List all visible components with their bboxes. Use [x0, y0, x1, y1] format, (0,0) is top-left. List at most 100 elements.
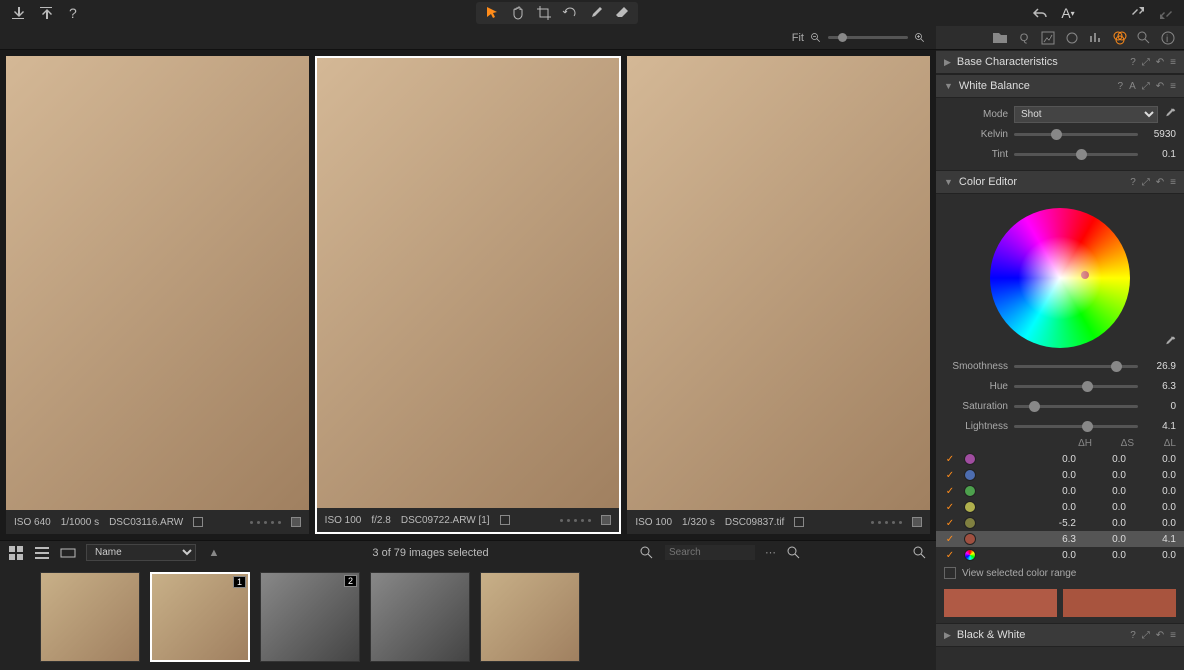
list-view-icon[interactable] [34, 545, 50, 561]
color-tag[interactable] [291, 517, 301, 527]
tint-slider[interactable] [1014, 153, 1138, 156]
zoom-in-icon[interactable] [914, 32, 926, 44]
bw-section-header[interactable]: ▶ Black & White ? ⤢ ↶ ≡ [936, 623, 1184, 647]
brush-tool-icon[interactable] [588, 5, 604, 21]
color-row[interactable]: ✓ 0.00.00.0 [936, 547, 1184, 563]
crop-tool-icon[interactable] [536, 5, 552, 21]
filmstrip-view-icon[interactable] [60, 545, 76, 561]
expand-icon[interactable] [1130, 5, 1146, 21]
color-picker-icon[interactable] [1164, 336, 1176, 348]
kelvin-slider[interactable] [1014, 133, 1138, 136]
wb-section-header[interactable]: ▼ White Balance ? A ⤢ ↶ ≡ [936, 74, 1184, 98]
hand-tool-icon[interactable] [510, 5, 526, 21]
search-input[interactable] [665, 545, 755, 560]
color-tag[interactable] [601, 515, 611, 525]
color-swatch[interactable] [964, 501, 976, 513]
erase-tool-icon[interactable] [614, 5, 630, 21]
export-icon[interactable] [38, 5, 54, 21]
color-swatch[interactable] [964, 549, 976, 561]
thumb-zoom-out-icon[interactable] [786, 545, 802, 561]
rating-box[interactable] [193, 517, 203, 527]
reset-mini-icon[interactable]: ↶ [1156, 81, 1164, 92]
color-swatch[interactable] [964, 485, 976, 497]
color-tab-icon[interactable] [1112, 30, 1128, 46]
menu-mini-icon[interactable]: ≡ [1170, 630, 1176, 641]
lens-tab-icon[interactable] [1064, 30, 1080, 46]
color-tag[interactable] [912, 517, 922, 527]
thumb-zoom-in-icon[interactable] [912, 545, 928, 561]
library-tab-icon[interactable] [992, 30, 1008, 46]
color-row-check[interactable]: ✓ [944, 518, 956, 529]
expand-mini-icon[interactable]: ⤢ [1142, 630, 1150, 641]
sort-dir-icon[interactable]: ▲ [206, 545, 222, 561]
image-card[interactable]: ISO 100f/2.8 DSC09722.ARW [1] [315, 56, 622, 534]
adjust-tab-icon[interactable] [1040, 30, 1056, 46]
thumbnail[interactable] [480, 572, 580, 662]
color-row-check[interactable]: ✓ [944, 470, 956, 481]
color-row-check[interactable]: ✓ [944, 502, 956, 513]
reset-mini-icon[interactable]: ↶ [1156, 630, 1164, 641]
rating-box[interactable] [794, 517, 804, 527]
thumbnail[interactable] [370, 572, 470, 662]
color-row-check[interactable]: ✓ [944, 486, 956, 497]
zoom-out-icon[interactable] [810, 32, 822, 44]
expand-mini-icon[interactable]: ⤢ [1142, 81, 1150, 92]
expand-mini-icon[interactable]: ⤢ [1142, 177, 1150, 188]
help-icon[interactable]: ? [66, 5, 82, 21]
help-mini-icon[interactable]: ? [1130, 630, 1136, 641]
fit-slider[interactable] [828, 36, 908, 39]
sort-select[interactable]: Name [86, 544, 196, 561]
rating-box[interactable] [500, 515, 510, 525]
thumbnail[interactable] [40, 572, 140, 662]
reset-mini-icon[interactable]: ↶ [1156, 177, 1164, 188]
color-swatch[interactable] [964, 517, 976, 529]
hist-tab-icon[interactable] [1088, 30, 1104, 46]
collapse-icon[interactable] [1158, 5, 1174, 21]
undo-icon[interactable] [1032, 5, 1048, 21]
color-swatch[interactable] [964, 453, 976, 465]
color-row[interactable]: ✓ 6.30.04.1 [936, 531, 1184, 547]
search-icon[interactable] [639, 545, 655, 561]
color-row[interactable]: ✓ 0.00.00.0 [936, 467, 1184, 483]
search-tab-icon[interactable] [1136, 30, 1152, 46]
import-icon[interactable] [10, 5, 26, 21]
color-row[interactable]: ✓ 0.00.00.0 [936, 499, 1184, 515]
menu-mini-icon[interactable]: ≡ [1170, 57, 1176, 68]
saturation-slider[interactable] [1014, 405, 1138, 408]
thumbnail[interactable]: 1 [150, 572, 250, 662]
help-mini-icon[interactable]: ? [1118, 81, 1124, 92]
color-row[interactable]: ✓ 0.00.00.0 [936, 451, 1184, 467]
smoothness-slider[interactable] [1014, 365, 1138, 368]
hue-slider[interactable] [1014, 385, 1138, 388]
color-wheel[interactable] [990, 208, 1130, 348]
lightness-slider[interactable] [1014, 425, 1138, 428]
quick-tab-icon[interactable]: Q [1016, 30, 1032, 46]
image-card[interactable]: ISO 6401/1000 s DSC03116.ARW [6, 56, 309, 534]
color-row-check[interactable]: ✓ [944, 454, 956, 465]
cursor-tool-icon[interactable] [484, 5, 500, 21]
wb-mode-select[interactable]: Shot [1014, 106, 1158, 123]
color-row[interactable]: ✓ -5.20.00.0 [936, 515, 1184, 531]
reset-mini-icon[interactable]: ↶ [1156, 57, 1164, 68]
ce-section-header[interactable]: ▼ Color Editor ? ⤢ ↶ ≡ [936, 170, 1184, 194]
auto-mini-icon[interactable]: A [1129, 81, 1136, 92]
eyedropper-icon[interactable] [1164, 108, 1176, 120]
color-row[interactable]: ✓ 0.00.00.0 [936, 483, 1184, 499]
image-card[interactable]: ISO 1001/320 s DSC09837.tif [627, 56, 930, 534]
menu-mini-icon[interactable]: ≡ [1170, 177, 1176, 188]
base-section-header[interactable]: ▶ Base Characteristics ? ⤢ ↶ ≡ [936, 50, 1184, 74]
color-row-check[interactable]: ✓ [944, 550, 956, 561]
help-mini-icon[interactable]: ? [1130, 57, 1136, 68]
color-row-check[interactable]: ✓ [944, 534, 956, 545]
info-tab-icon[interactable]: i [1160, 30, 1176, 46]
expand-mini-icon[interactable]: ⤢ [1142, 57, 1150, 68]
color-swatch[interactable] [964, 469, 976, 481]
thumbnail[interactable]: 2 [260, 572, 360, 662]
menu-mini-icon[interactable]: ≡ [1170, 81, 1176, 92]
rotate-tool-icon[interactable] [562, 5, 578, 21]
color-swatch[interactable] [964, 533, 976, 545]
view-range-checkbox[interactable] [944, 567, 956, 579]
annotation-icon[interactable]: A▾ [1060, 5, 1076, 21]
help-mini-icon[interactable]: ? [1130, 177, 1136, 188]
grid-view-icon[interactable] [8, 545, 24, 561]
